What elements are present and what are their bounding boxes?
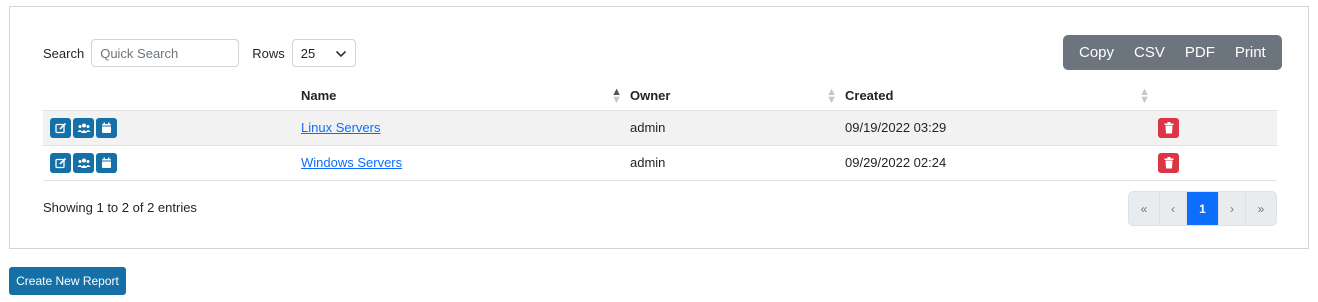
pdf-button[interactable]: PDF bbox=[1175, 35, 1225, 70]
users-icon[interactable] bbox=[73, 152, 94, 173]
header-created[interactable]: Created ▲ ▼ bbox=[845, 81, 1158, 111]
header-delete bbox=[1158, 81, 1277, 111]
prev-page-button[interactable]: ‹ bbox=[1160, 192, 1187, 225]
first-page-button[interactable]: « bbox=[1129, 192, 1160, 225]
header-name-label: Name bbox=[301, 87, 337, 103]
edit-icon[interactable] bbox=[50, 152, 71, 173]
cell-delete bbox=[1158, 110, 1277, 146]
calendar-icon[interactable] bbox=[96, 152, 117, 173]
search-input[interactable] bbox=[91, 39, 240, 67]
table-controls: Search Rows 25 bbox=[43, 39, 356, 67]
trash-icon[interactable] bbox=[1158, 117, 1179, 138]
page-1-button[interactable]: 1 bbox=[1187, 192, 1219, 225]
csv-button[interactable]: CSV bbox=[1124, 35, 1175, 70]
row-actions bbox=[43, 110, 301, 146]
header-owner[interactable]: Owner ▲ ▼ bbox=[630, 81, 845, 111]
trash-icon[interactable] bbox=[1158, 152, 1179, 173]
create-new-report-button[interactable]: Create New Report bbox=[9, 267, 126, 295]
table-header-row: Name ▲ ▼ Owner ▲ ▼ Created ▲ ▼ bbox=[43, 81, 1277, 111]
report-link[interactable]: Windows Servers bbox=[301, 155, 402, 170]
cell-owner: admin bbox=[630, 145, 845, 181]
copy-button[interactable]: Copy bbox=[1069, 35, 1124, 70]
cell-name: Windows Servers bbox=[301, 145, 630, 181]
sort-icon: ▲ ▼ bbox=[826, 86, 837, 106]
header-actions bbox=[43, 81, 301, 111]
rows-label: Rows bbox=[252, 45, 285, 61]
report-link[interactable]: Linux Servers bbox=[301, 120, 380, 135]
row-actions bbox=[43, 145, 301, 181]
sort-icon: ▲ ▼ bbox=[1139, 86, 1150, 106]
print-button[interactable]: Print bbox=[1225, 35, 1276, 70]
next-page-button[interactable]: › bbox=[1219, 192, 1246, 225]
calendar-icon[interactable] bbox=[96, 117, 117, 138]
rows-select[interactable]: 25 bbox=[291, 39, 356, 67]
edit-icon[interactable] bbox=[50, 117, 71, 138]
search-label: Search bbox=[43, 45, 85, 61]
export-button-group: Copy CSV PDF Print bbox=[1063, 35, 1282, 70]
header-owner-label: Owner bbox=[630, 87, 671, 103]
cell-delete bbox=[1158, 145, 1277, 181]
cell-name: Linux Servers bbox=[301, 110, 630, 146]
table-info: Showing 1 to 2 of 2 entries bbox=[43, 200, 197, 215]
header-name[interactable]: Name ▲ ▼ bbox=[301, 81, 630, 111]
header-created-label: Created bbox=[845, 87, 894, 103]
rows-select-value: 25 bbox=[300, 45, 316, 61]
reports-table: Name ▲ ▼ Owner ▲ ▼ Created ▲ ▼ Linux Ser… bbox=[43, 81, 1277, 181]
cell-created: 09/19/2022 03:29 bbox=[845, 110, 1158, 146]
pagination: « ‹ 1 › » bbox=[1128, 191, 1277, 226]
table-row: Windows Servers admin 09/29/2022 02:24 bbox=[43, 145, 1277, 181]
reports-panel: Search Rows 25 Copy CSV PDF Print Name ▲… bbox=[9, 6, 1309, 249]
sort-asc-icon: ▲ ▼ bbox=[611, 86, 622, 106]
cell-created: 09/29/2022 02:24 bbox=[845, 145, 1158, 181]
table-row: Linux Servers admin 09/19/2022 03:29 bbox=[43, 110, 1277, 146]
last-page-button[interactable]: » bbox=[1246, 192, 1276, 225]
chevron-down-icon bbox=[335, 46, 347, 61]
users-icon[interactable] bbox=[73, 117, 94, 138]
cell-owner: admin bbox=[630, 110, 845, 146]
